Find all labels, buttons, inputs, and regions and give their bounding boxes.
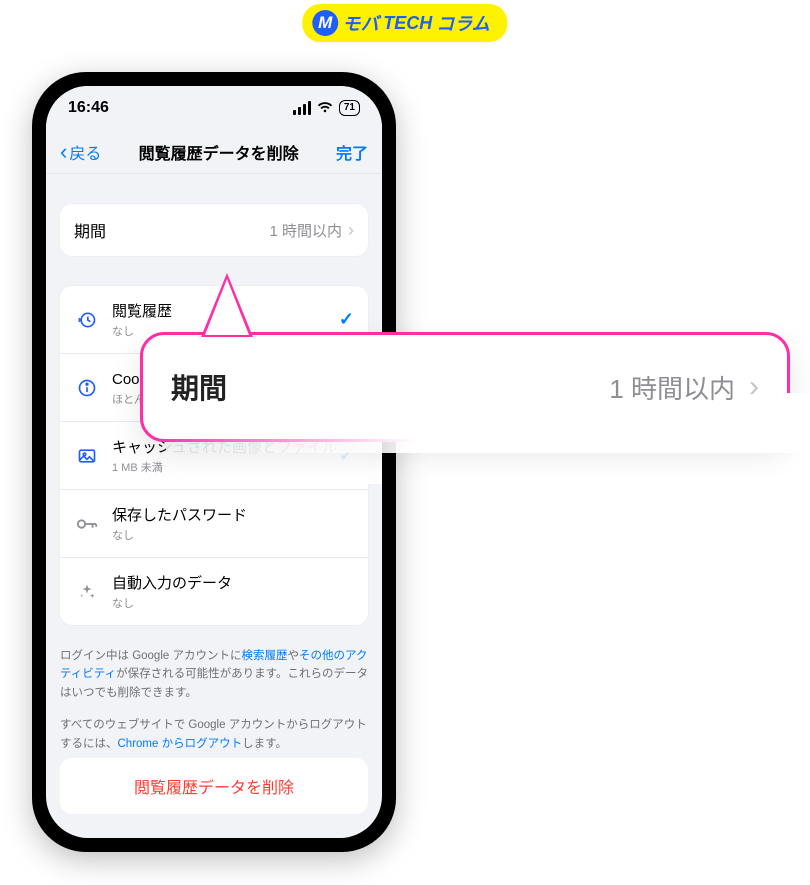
clear-data-button[interactable]: 閲覧履歴データを削除 [60,758,368,814]
list-item-sub: なし [112,527,247,543]
search-history-link[interactable]: 検索履歴 [241,650,287,662]
history-icon [74,307,100,333]
back-label: 戻る [69,140,101,164]
footer-note: ログイン中は Google アカウントに検索履歴やその他のアクティビティが保存さ… [60,647,368,753]
status-time: 16:46 [68,99,109,117]
list-item-sub: 1 MB 未満 [112,459,337,475]
wifi-icon [317,100,333,116]
back-button[interactable]: ‹ 戻る [60,139,101,165]
battery-indicator: 71 [339,100,360,116]
logo-mark-icon: M [312,10,338,36]
phone-frame: 16:46 71 ‹ 戻る 閲覧履歴データを削除 完了 期間 [32,72,396,852]
page-title: 閲覧履歴データを削除 [139,140,299,164]
chevron-right-icon: › [749,370,759,404]
list-item-title: 保存したパスワード [112,504,247,525]
chrome-logout-link[interactable]: Chrome からログアウト [118,738,243,750]
image-icon [74,443,100,469]
period-value: 1 時間以内 › [269,220,354,241]
callout-bubble: 期間 1 時間以内 › [140,332,790,442]
logo-text-2: TECH [383,13,432,34]
nav-bar: ‹ 戻る 閲覧履歴データを削除 完了 [46,130,382,174]
period-row[interactable]: 期間 1 時間以内 › [60,204,368,256]
check-icon: ✓ [339,309,354,330]
list-item-title: 自動入力のデータ [112,572,232,593]
done-button[interactable]: 完了 [336,140,368,164]
site-logo-pill: M モバ TECH コラム [302,4,507,42]
cellular-icon [293,101,311,115]
sparkle-icon [74,579,100,605]
list-item-title: 閲覧履歴 [112,300,172,321]
info-icon [74,375,100,401]
callout-value[interactable]: 1 時間以内 › [609,369,759,406]
list-item[interactable]: 保存したパスワード なし [60,489,368,557]
chevron-left-icon: ‹ [60,139,67,165]
period-label: 期間 [74,218,106,242]
period-card: 期間 1 時間以内 › [60,204,368,256]
logo-text-3: コラム [436,10,489,36]
delete-button-card: 閲覧履歴データを削除 [60,758,368,814]
list-item-sub: なし [112,595,232,611]
phone-screen: 16:46 71 ‹ 戻る 閲覧履歴データを削除 完了 期間 [46,86,382,838]
status-indicators: 71 [293,100,360,116]
key-icon [74,511,100,537]
callout-tail-icon [201,273,253,337]
list-item[interactable]: 自動入力のデータ なし [60,557,368,625]
logo-text-1: モバ [342,10,379,36]
chevron-right-icon: › [348,220,354,241]
status-bar: 16:46 71 [46,86,382,130]
callout-label: 期間 [171,367,227,407]
